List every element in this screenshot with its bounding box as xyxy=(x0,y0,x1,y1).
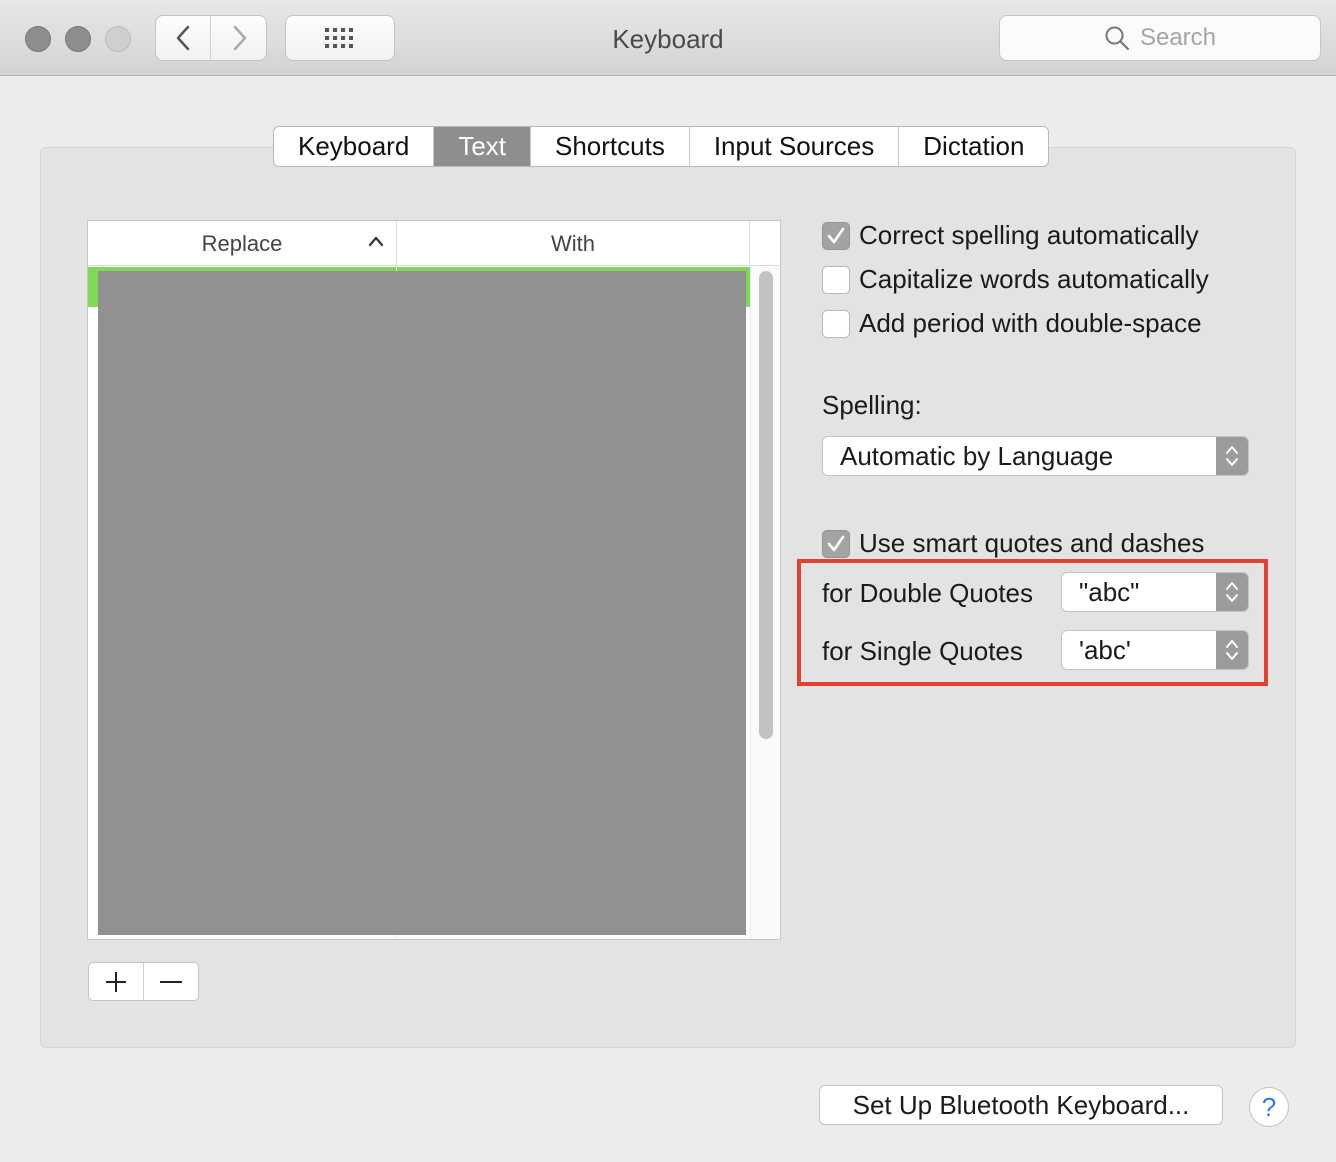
search-icon xyxy=(1105,26,1130,51)
column-header-replace[interactable]: Replace xyxy=(88,221,397,266)
search-field[interactable]: Search xyxy=(999,15,1321,61)
column-header-replace-label: Replace xyxy=(201,230,283,256)
checkmark-icon xyxy=(827,227,845,243)
redacted-table-content xyxy=(98,271,746,935)
correct-spelling-checkbox[interactable] xyxy=(822,221,850,250)
add-period-label: Add period with double-space xyxy=(859,308,1202,338)
smart-quotes-option[interactable]: Use smart quotes and dashes xyxy=(822,528,1204,559)
capitalize-words-option[interactable]: Capitalize words automatically xyxy=(822,264,1209,295)
search-placeholder: Search xyxy=(1139,24,1217,51)
setup-bluetooth-keyboard-button[interactable]: Set Up Bluetooth Keyboard... xyxy=(819,1085,1223,1125)
column-header-with-label: With xyxy=(551,230,595,256)
add-remove-buttons xyxy=(88,962,199,1001)
tab-input-sources[interactable]: Input Sources xyxy=(690,127,900,166)
tab-bar: Keyboard Text Shortcuts Input Sources Di… xyxy=(273,126,1050,167)
spelling-value: Automatic by Language xyxy=(840,440,1114,471)
text-replacement-table: Replace With xyxy=(87,220,781,940)
smart-quotes-checkbox[interactable] xyxy=(822,529,850,558)
table-header: Replace With xyxy=(88,221,780,266)
correct-spelling-label: Correct spelling automatically xyxy=(859,220,1199,250)
capitalize-words-checkbox[interactable] xyxy=(822,265,850,294)
smart-quotes-label: Use smart quotes and dashes xyxy=(859,528,1205,558)
help-icon: ? xyxy=(1261,1091,1277,1122)
tab-text[interactable]: Text xyxy=(434,127,531,166)
checkmark-icon xyxy=(827,535,845,551)
up-down-chevron-icon xyxy=(1226,446,1238,466)
add-period-checkbox[interactable] xyxy=(822,309,850,338)
plus-icon xyxy=(105,971,126,992)
add-replacement-button[interactable] xyxy=(89,963,144,1000)
remove-replacement-button[interactable] xyxy=(144,963,199,1000)
spelling-stepper xyxy=(1216,437,1248,475)
tab-keyboard[interactable]: Keyboard xyxy=(274,127,435,166)
minus-icon xyxy=(159,980,182,983)
tab-shortcuts[interactable]: Shortcuts xyxy=(531,127,690,166)
spelling-label: Spelling: xyxy=(822,390,922,420)
annotation-highlight-box xyxy=(797,559,1268,686)
add-period-option[interactable]: Add period with double-space xyxy=(822,308,1202,339)
column-header-with[interactable]: With xyxy=(397,221,750,266)
scrollbar-thumb[interactable] xyxy=(759,271,773,739)
capitalize-words-label: Capitalize words automatically xyxy=(859,264,1209,294)
title-bar: Keyboard Search xyxy=(0,0,1336,76)
spelling-popup[interactable]: Automatic by Language xyxy=(822,436,1249,476)
correct-spelling-option[interactable]: Correct spelling automatically xyxy=(822,220,1199,251)
help-button[interactable]: ? xyxy=(1249,1087,1289,1127)
tab-dictation[interactable]: Dictation xyxy=(899,127,1048,166)
sort-ascending-icon xyxy=(368,236,384,247)
